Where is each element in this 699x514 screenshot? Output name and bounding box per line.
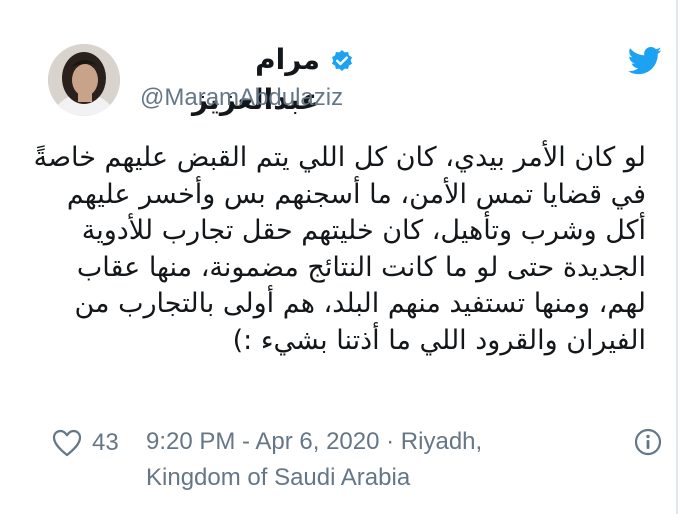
tweet-timestamp[interactable]: 9:20 PM - Apr 6, 2020 · Riyadh, Kingdom … xyxy=(146,424,576,496)
tweet-text-line: الفيران والقرود اللي ما أذتنا بشيء :) xyxy=(232,324,646,356)
avatar[interactable] xyxy=(48,44,120,116)
twitter-bird-icon[interactable] xyxy=(628,46,662,76)
tweet-text-line: لو كان الأمر بيدي، كان كل اللي يتم القبض… xyxy=(33,142,646,173)
location-line: Kingdom of Saudi Arabia xyxy=(146,464,411,491)
tweet-text-line: أكل وشرب وتأهيل، كان خليتهم حقل تجارب لل… xyxy=(81,215,646,246)
like-count[interactable]: 43 xyxy=(92,424,119,462)
info-icon[interactable] xyxy=(634,428,662,456)
avatar-image xyxy=(48,44,120,116)
verified-badge-icon xyxy=(332,50,352,71)
tweet-text: لو كان الأمر بيدي، كان كل اللي يتم القبض… xyxy=(33,140,646,359)
timestamp-line: 9:20 PM - Apr 6, 2020 · Riyadh, xyxy=(146,428,483,455)
tweet-text-line: في قضايا تمس الأمن، ما أسجنهم بس وأخسر ع… xyxy=(66,178,646,210)
tweet-card: مرام عبدالعزيز @MaramAbdulaziz لو كان ال… xyxy=(0,0,678,514)
tweet-text-line: الجديدة حتى لو ما كانت النتائج مضمونة، م… xyxy=(76,251,646,283)
user-handle[interactable]: @MaramAbdulaziz xyxy=(140,82,343,114)
tweet-text-line: لهم، ومنها تستفيد منهم البلد، هم أولى با… xyxy=(74,288,646,319)
heart-icon[interactable] xyxy=(52,429,82,457)
